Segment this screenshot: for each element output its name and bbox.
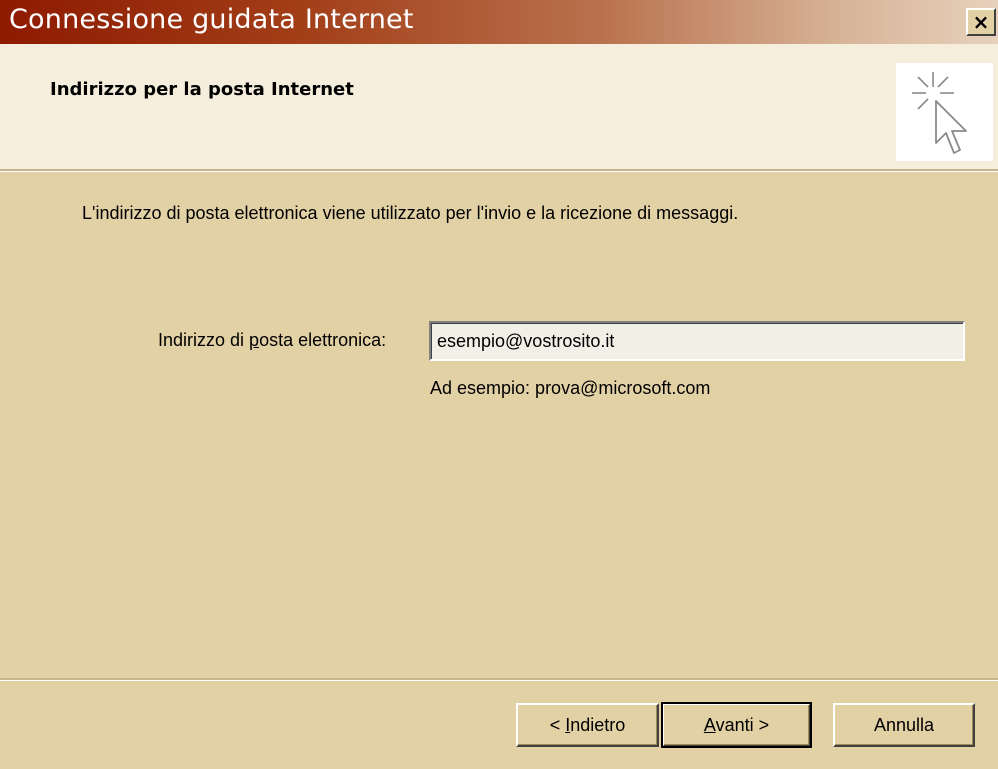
next-button[interactable]: Avanti >: [661, 702, 812, 748]
window-title: Connessione guidata Internet: [9, 4, 414, 35]
back-button-label: < Indietro: [550, 715, 626, 736]
cancel-button[interactable]: Annulla: [833, 703, 975, 747]
next-button-label: Avanti >: [704, 715, 769, 736]
back-label-part: <: [549, 714, 566, 735]
next-label-part: vanti >: [715, 714, 770, 735]
page-title: Indirizzo per la posta Internet: [50, 79, 354, 100]
email-example-hint: Ad esempio: prova@microsoft.com: [430, 378, 711, 398]
title-bar[interactable]: Connessione guidata Internet ×: [0, 0, 998, 44]
wizard-header: [0, 44, 998, 169]
wizard-dialog: Connessione guidata Internet × Indirizzo…: [0, 0, 998, 769]
header-divider: [0, 169, 998, 172]
email-label-mnemonic: p: [249, 330, 260, 350]
email-field[interactable]: [429, 321, 965, 361]
back-button[interactable]: < Indietro: [516, 703, 659, 747]
cancel-button-label: Annulla: [873, 714, 935, 735]
email-label-part: osta elettronica:: [259, 330, 387, 350]
email-label-part: Indirizzo di: [158, 330, 250, 350]
close-icon: ×: [972, 10, 990, 34]
email-field-label: Indirizzo di posta elettronica:: [158, 330, 386, 351]
wizard-cursor-sparkle-icon: [896, 63, 993, 161]
close-button[interactable]: ×: [966, 8, 996, 36]
back-label-part: ndietro: [570, 714, 626, 735]
description-text: L'indirizzo di posta elettronica viene u…: [82, 203, 739, 223]
next-label-mnemonic: A: [703, 714, 716, 735]
footer-divider: [0, 678, 998, 681]
